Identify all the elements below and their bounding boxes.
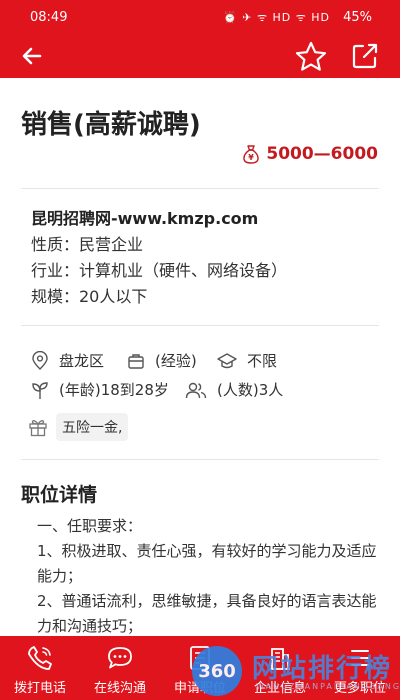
divider (21, 325, 379, 326)
description-line: 力和沟通技巧； (37, 617, 143, 635)
welfare-badge: 五险一金, (56, 413, 129, 441)
company-scale: 规模：20人以下 (31, 287, 148, 306)
site-watermark: 360 网站排行榜 WANGZHANPAIHANGBANG (188, 642, 400, 700)
description-line: 能力； (37, 567, 83, 585)
star-icon[interactable] (294, 40, 328, 74)
company-nature: 性质：民营企业 (31, 235, 144, 254)
arrow-left-icon[interactable] (18, 42, 46, 70)
share-icon[interactable] (350, 41, 380, 71)
experience-text: (经验) (155, 352, 197, 370)
graduation-cap-icon (217, 352, 237, 368)
chat-bubble-icon (108, 647, 132, 669)
status-bar: 08:49 ⏰ ✈ ᯤ HD ᯤ HD 45% (0, 0, 400, 36)
app-bar (0, 36, 400, 78)
job-description: 一、任职要求： 1、积极进取、责任心强，有较好的学习能力及适应 能力； 2、普通… (37, 514, 377, 636)
battery-level: 45% (343, 10, 372, 25)
location-text: 盘龙区 (59, 352, 105, 370)
chat-button[interactable]: 在线沟通 (80, 636, 160, 700)
call-button[interactable]: 拨打电话 (0, 636, 80, 700)
svg-text:¥: ¥ (249, 153, 255, 162)
salary-value: 5000—6000 (266, 144, 378, 164)
job-detail-content[interactable]: 销售(高薪诚聘) ¥ 5000—6000 昆明招聘网-www.kmzp.com … (0, 78, 400, 636)
company-info: 昆明招聘网-www.kmzp.com 性质：民营企业 行业：计算机业（硬件、网络… (31, 206, 287, 310)
status-indicators: ⏰ ✈ ᯤ HD ᯤ HD (223, 11, 330, 24)
watermark-logo: 360 (192, 646, 242, 696)
gift-icon (29, 420, 47, 437)
age-tag: (年龄)18到28岁 (31, 379, 169, 400)
description-line: 一、任职要求： (37, 517, 143, 535)
watermark-subtext: WANGZHANPAIHANGBANG (256, 682, 400, 691)
status-time: 08:49 (30, 10, 68, 25)
experience-tag: (经验) (127, 350, 197, 371)
salary-range: ¥ 5000—6000 (242, 144, 378, 164)
description-line: 1、积极进取、责任心强，有较好的学习能力及适应 (37, 542, 377, 560)
location-pin-icon (32, 350, 48, 370)
sprout-icon (32, 381, 48, 399)
divider (21, 188, 379, 189)
money-bag-icon: ¥ (243, 145, 260, 164)
call-label: 拨打电话 (13, 681, 66, 696)
headcount-tag: (人数)3人 (185, 379, 283, 400)
location-tag: 盘龙区 (31, 350, 104, 371)
people-icon (185, 382, 207, 398)
headcount-text: (人数)3人 (217, 381, 284, 399)
watermark-text: 网站排行榜 (252, 654, 393, 684)
description-line: 2、普通话流利，思维敏捷，具备良好的语言表达能 (37, 592, 377, 610)
company-name[interactable]: 昆明招聘网-www.kmzp.com (31, 206, 287, 232)
education-text: 不限 (247, 352, 278, 370)
education-tag: 不限 (217, 350, 277, 371)
job-title: 销售(高薪诚聘) (21, 110, 201, 140)
company-industry: 行业：计算机业（硬件、网络设备） (31, 261, 288, 280)
age-text: (年龄)18到28岁 (59, 381, 169, 399)
welfare-row: 五险一金, (28, 413, 129, 441)
chat-label: 在线沟通 (93, 681, 146, 696)
divider (21, 459, 379, 460)
phone-icon (28, 646, 52, 670)
briefcase-icon (128, 353, 144, 369)
section-title-job-details: 职位详情 (21, 484, 98, 506)
